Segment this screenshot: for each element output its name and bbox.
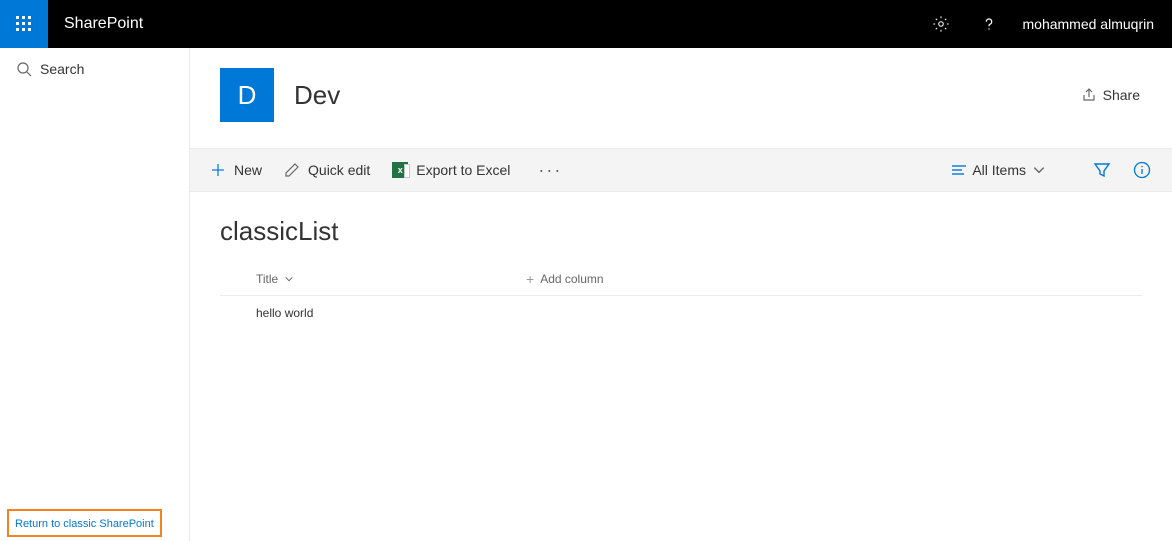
chevron-down-icon (1032, 163, 1046, 177)
info-button[interactable] (1132, 160, 1152, 180)
filter-button[interactable] (1092, 160, 1112, 180)
list-title: classicList (220, 216, 1142, 247)
list-area: classicList Title + Add column hello wor… (190, 192, 1172, 330)
share-icon (1081, 87, 1097, 103)
share-label: Share (1103, 87, 1140, 103)
brand-label[interactable]: SharePoint (64, 15, 143, 33)
return-classic-link[interactable]: Return to classic SharePoint (15, 518, 154, 530)
return-classic-highlight: Return to classic SharePoint (7, 509, 162, 537)
export-label: Export to Excel (416, 162, 510, 178)
title-column-label: Title (256, 272, 278, 286)
search-placeholder: Search (40, 61, 84, 77)
body: Search Return to classic SharePoint D De… (0, 48, 1172, 541)
more-actions-button[interactable]: ··· (532, 160, 568, 181)
help-button[interactable] (965, 0, 1013, 48)
quick-edit-label: Quick edit (308, 162, 370, 178)
row-selector[interactable] (220, 306, 256, 320)
left-nav: Search Return to classic SharePoint (0, 48, 190, 541)
add-column-label: Add column (540, 272, 603, 286)
chevron-down-icon (284, 274, 294, 284)
site-logo[interactable]: D (220, 68, 274, 122)
quick-edit-button[interactable]: Quick edit (284, 162, 370, 178)
filter-icon (1093, 161, 1111, 179)
excel-icon: x (392, 162, 408, 178)
title-column-header[interactable]: Title (256, 271, 526, 287)
plus-icon (210, 162, 226, 178)
suite-bar: SharePoint mohammed almuqrin (0, 0, 1172, 48)
view-selector[interactable]: All Items (952, 162, 1046, 178)
row-title-cell[interactable]: hello world (256, 306, 526, 320)
settings-button[interactable] (917, 0, 965, 48)
main: D Dev Share New Quick edit x Export to E… (190, 48, 1172, 541)
list-icon (952, 163, 966, 177)
gear-icon (932, 15, 950, 33)
question-icon (980, 15, 998, 33)
search-icon (16, 61, 32, 77)
command-bar: New Quick edit x Export to Excel ··· All… (190, 148, 1172, 192)
waffle-icon (16, 16, 32, 32)
select-column (220, 271, 256, 287)
add-column-button[interactable]: + Add column (526, 271, 604, 287)
share-button[interactable]: Share (1081, 87, 1140, 103)
user-menu[interactable]: mohammed almuqrin (1013, 16, 1172, 32)
app-launcher-button[interactable] (0, 0, 48, 48)
plus-icon: + (526, 271, 534, 287)
column-header-row: Title + Add column (220, 271, 1142, 296)
list-item[interactable]: hello world (220, 296, 1142, 330)
new-label: New (234, 162, 262, 178)
info-icon (1133, 161, 1151, 179)
export-excel-button[interactable]: x Export to Excel (392, 162, 510, 178)
site-header: D Dev Share (190, 48, 1172, 148)
site-name[interactable]: Dev (294, 80, 340, 111)
pencil-icon (284, 162, 300, 178)
search-input[interactable]: Search (0, 48, 189, 90)
new-button[interactable]: New (210, 162, 262, 178)
view-label: All Items (972, 162, 1026, 178)
